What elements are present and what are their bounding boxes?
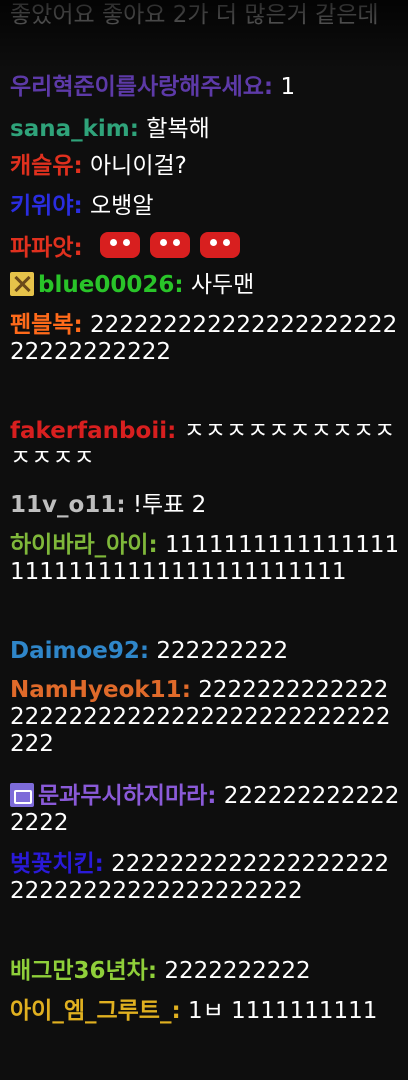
separator: : xyxy=(73,235,83,261)
username[interactable]: 문과무시하지마라 xyxy=(38,783,207,809)
message-text: 1 xyxy=(280,74,296,100)
message-text: 222222222 xyxy=(156,638,289,664)
chat-message: 벚꽃치킨: 2222222222222222222222222222222222… xyxy=(10,851,402,905)
message-text: !투표 2 xyxy=(132,492,207,518)
chat-message: 좋았어요 좋아요 2가 더 많은거 같은데 xyxy=(10,2,402,29)
red-blob-emote xyxy=(100,232,140,258)
message-text: 2222222222 xyxy=(164,958,311,984)
chat-message: 펜블복: 22222222222222222222222222222222 xyxy=(10,312,402,366)
username[interactable]: fakerfanboii xyxy=(10,418,167,444)
chat-message: 우리혁준이를사랑해주세요: 1 xyxy=(10,74,402,101)
tools-badge-icon xyxy=(10,272,34,296)
chat-message: 아이_엠_그루트_: 1ㅂ 1111111111 xyxy=(10,998,402,1025)
separator: : xyxy=(73,312,83,338)
chat-message: 캐슬유: 아니이걸? xyxy=(10,153,402,180)
separator: : xyxy=(263,74,274,100)
username[interactable]: 우리혁준이를사랑해주세요 xyxy=(10,74,264,100)
username[interactable]: 벚꽃치킨 xyxy=(10,851,95,877)
username[interactable]: sana_kim xyxy=(10,116,130,142)
separator: : xyxy=(94,851,104,877)
chat-message: Daimoe92: 222222222 xyxy=(10,638,402,665)
chat-message: 문과무시하지마라: 2222222222222222 xyxy=(10,783,402,837)
username[interactable]: 아이_엠_그루트_ xyxy=(10,998,171,1024)
chat-message: sana_kim: 할복해 xyxy=(10,116,402,143)
chat-message: 하이바라_아이: 1111111111111111111111111111111… xyxy=(10,532,402,586)
chat-panel: 좋았어요 좋아요 2가 더 많은거 같은데 우리혁준이를사랑해주세요: 1 sa… xyxy=(0,0,408,1080)
message-text: 사두맨 xyxy=(190,272,255,298)
chat-message: NamHyeok11: 2222222222222222222222222222… xyxy=(10,677,402,758)
red-blob-emote xyxy=(200,232,240,258)
username[interactable]: 배그만36년차 xyxy=(10,958,148,984)
message-text: 오뱅알 xyxy=(90,193,154,219)
separator: : xyxy=(139,638,150,664)
chat-message: fakerfanboii: ㅈㅈㅈㅈㅈㅈㅈㅈㅈㅈㅈㅈㅈㅈ xyxy=(10,418,402,472)
red-blob-emote xyxy=(150,232,190,258)
battery-badge-icon xyxy=(10,783,34,807)
username[interactable]: 펜블복 xyxy=(10,312,73,338)
chat-message: blue00026: 사두맨 xyxy=(10,272,402,299)
chat-message: 배그만36년차: 2222222222 xyxy=(10,958,402,985)
username[interactable]: blue00026 xyxy=(38,272,174,298)
separator: : xyxy=(73,193,83,219)
username[interactable]: 캐슬유 xyxy=(10,153,73,179)
username[interactable]: 키위야 xyxy=(10,193,73,219)
username[interactable]: 하이바라_아이 xyxy=(10,532,148,558)
separator: : xyxy=(207,783,217,809)
separator: : xyxy=(181,677,191,703)
message-text: 좋았어요 좋아요 2가 더 많은거 같은데 xyxy=(10,2,379,28)
separator: : xyxy=(129,116,139,142)
chat-message: 11v_o11: !투표 2 xyxy=(10,492,402,519)
separator: : xyxy=(147,958,158,984)
username[interactable]: 파파앗 xyxy=(10,235,73,261)
username[interactable]: 11v_o11 xyxy=(10,492,116,518)
message-text: 할복해 xyxy=(146,116,210,142)
separator: : xyxy=(116,492,126,518)
message-text: 아니이걸? xyxy=(90,153,187,179)
separator: : xyxy=(174,272,184,298)
chat-message: 파파앗: xyxy=(10,232,402,262)
message-text: 1ㅂ 1111111111 xyxy=(187,998,378,1024)
username[interactable]: NamHyeok11 xyxy=(10,677,182,703)
chat-message: 키위야: 오뱅알 xyxy=(10,193,402,220)
separator: : xyxy=(148,532,158,558)
separator: : xyxy=(73,153,83,179)
username[interactable]: Daimoe92 xyxy=(10,638,140,664)
separator: : xyxy=(171,998,181,1024)
separator: : xyxy=(167,418,177,444)
